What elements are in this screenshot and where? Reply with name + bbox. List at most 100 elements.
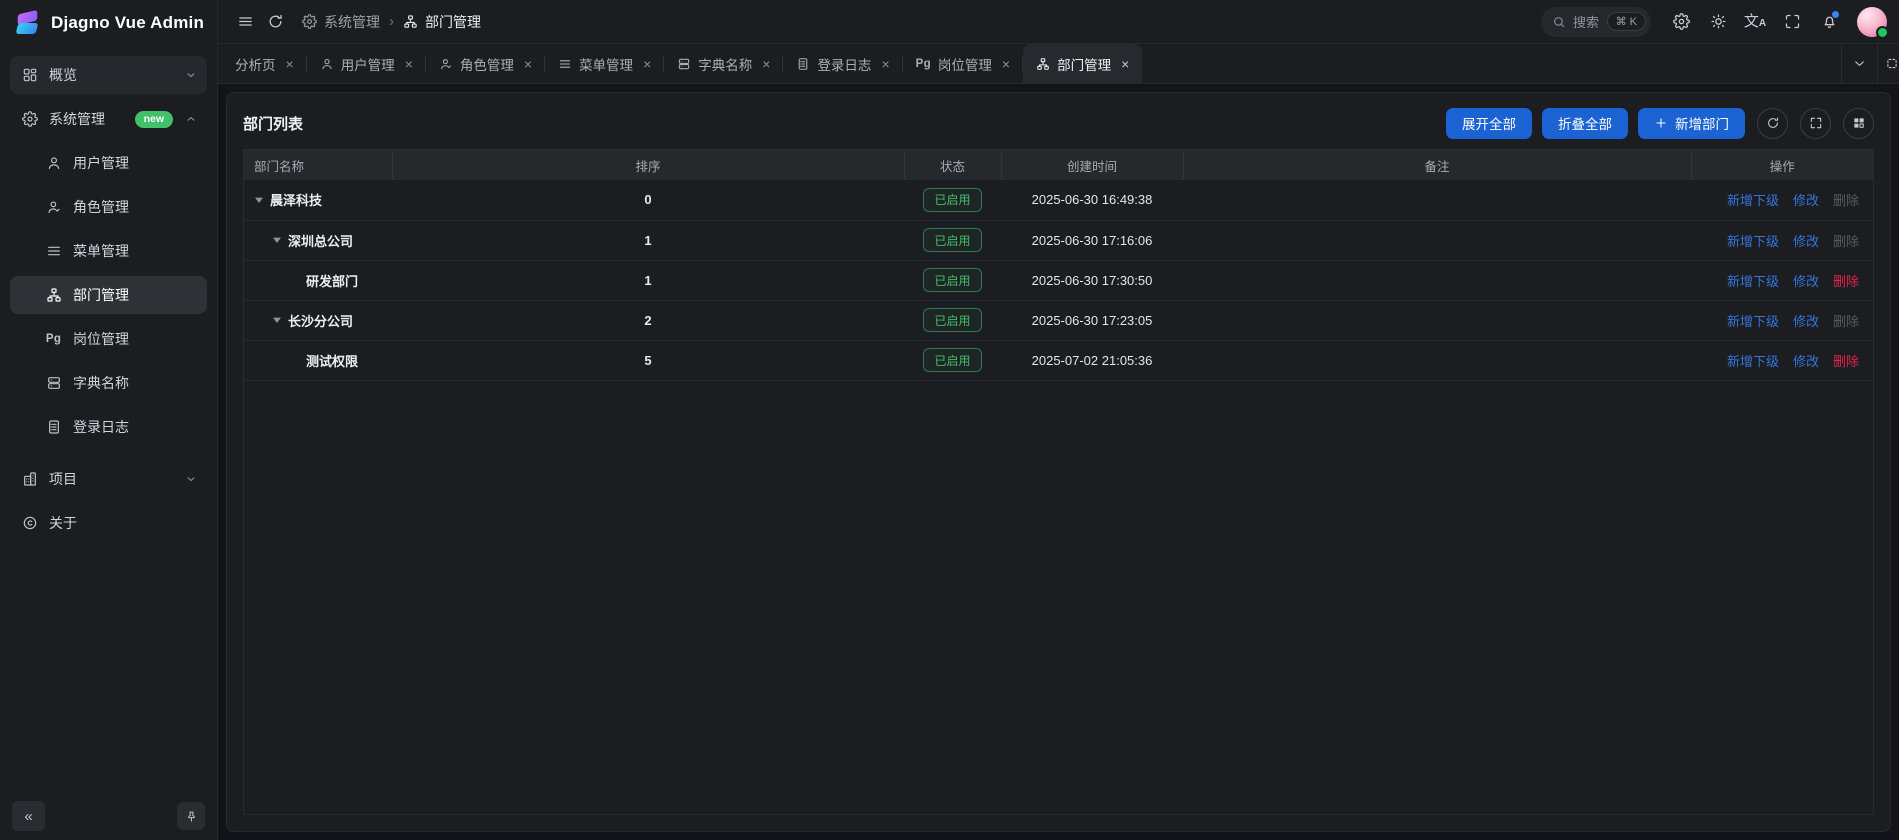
tabs-dropdown-chevron-icon[interactable] <box>1841 44 1877 83</box>
tab-close-icon[interactable]: × <box>1121 57 1129 71</box>
row-expander-icon[interactable] <box>272 235 288 245</box>
menu-icon <box>558 57 572 71</box>
add-child-link[interactable]: 新增下级 <box>1727 193 1779 208</box>
expand-all-button[interactable]: 展开全部 <box>1446 108 1532 139</box>
department-name: 长沙分公司 <box>288 311 353 330</box>
add-child-link[interactable]: 新增下级 <box>1727 314 1779 329</box>
sidebar-item-9[interactable]: 项目 <box>10 460 207 498</box>
add-child-link[interactable]: 新增下级 <box>1727 354 1779 369</box>
sidebar-item-1[interactable]: 系统管理new <box>10 100 207 138</box>
sidebar-collapse-button[interactable]: « <box>12 801 45 831</box>
topbar: 系统管理 › 部门管理 搜索 ⌘ K 文A <box>218 0 1899 44</box>
search-input[interactable]: 搜索 ⌘ K <box>1541 7 1651 37</box>
column-header-5: 操作 <box>1691 150 1873 180</box>
org-icon <box>1036 57 1050 71</box>
breadcrumb: 系统管理 › 部门管理 <box>302 12 481 32</box>
sidebar-item-10[interactable]: 关于 <box>10 504 207 542</box>
tab-0[interactable]: 分析页× <box>222 44 307 83</box>
sidebar-item-7[interactable]: 字典名称 <box>10 364 207 402</box>
sidebar-item-0[interactable]: 概览 <box>10 56 207 94</box>
edit-link[interactable]: 修改 <box>1793 234 1819 249</box>
sidebar-item-label: 菜单管理 <box>73 241 197 261</box>
edit-link[interactable]: 修改 <box>1793 193 1819 208</box>
notifications-bell-icon[interactable] <box>1814 7 1844 37</box>
sidebar-item-label: 角色管理 <box>73 197 197 217</box>
dashboard-icon <box>20 67 39 83</box>
tab-maximize-icon[interactable] <box>1877 44 1899 83</box>
tab-4[interactable]: 字典名称× <box>664 44 783 83</box>
column-header-2: 状态 <box>904 150 1001 180</box>
cell-remark <box>1183 260 1691 300</box>
tab-1[interactable]: 用户管理× <box>307 44 426 83</box>
hamburger-menu-icon[interactable] <box>230 7 260 37</box>
delete-link[interactable]: 删除 <box>1833 354 1859 369</box>
sidebar-item-2[interactable]: 用户管理 <box>10 144 207 182</box>
edit-link[interactable]: 修改 <box>1793 314 1819 329</box>
org-icon <box>403 14 418 29</box>
sidebar-item-6[interactable]: Pg岗位管理 <box>10 320 207 358</box>
tab-7[interactable]: 部门管理× <box>1023 44 1142 83</box>
tabbar-controls <box>1841 44 1899 83</box>
department-card: 部门列表 展开全部 折叠全部 新增部门 <box>226 92 1891 832</box>
delete-link: 删除 <box>1833 314 1859 329</box>
tab-close-icon[interactable]: × <box>524 57 532 71</box>
row-expander-icon[interactable] <box>254 195 270 205</box>
add-department-button[interactable]: 新增部门 <box>1638 108 1745 139</box>
cell-sort: 0 <box>392 180 904 220</box>
cell-sort: 5 <box>392 340 904 380</box>
tab-close-icon[interactable]: × <box>405 57 413 71</box>
breadcrumb-item-0[interactable]: 系统管理 <box>302 12 380 32</box>
table-columns-icon[interactable] <box>1843 108 1874 139</box>
sidebar-bottom-bar: « <box>0 792 217 840</box>
column-header-3: 创建时间 <box>1001 150 1183 180</box>
tab-close-icon[interactable]: × <box>643 57 651 71</box>
tab-6[interactable]: Pg岗位管理× <box>903 44 1023 83</box>
user-avatar[interactable] <box>1857 7 1887 37</box>
add-child-link[interactable]: 新增下级 <box>1727 274 1779 289</box>
tab-close-icon[interactable]: × <box>881 57 889 71</box>
delete-link[interactable]: 删除 <box>1833 274 1859 289</box>
edit-link[interactable]: 修改 <box>1793 354 1819 369</box>
role-icon <box>439 57 453 71</box>
tabbar: 分析页×用户管理×角色管理×菜单管理×字典名称×登录日志×Pg岗位管理×部门管理… <box>218 44 1899 84</box>
tab-close-icon[interactable]: × <box>762 57 770 71</box>
table-refresh-icon[interactable] <box>1757 108 1788 139</box>
table-row-2: 研发部门1已启用2025-06-30 17:30:50新增下级修改删除 <box>244 260 1873 300</box>
language-icon[interactable]: 文A <box>1740 7 1770 37</box>
breadcrumb-item-1[interactable]: 部门管理 <box>403 12 481 32</box>
search-icon <box>1552 15 1566 29</box>
sidebar-item-label: 系统管理 <box>49 109 125 129</box>
sidebar-item-3[interactable]: 角色管理 <box>10 188 207 226</box>
tab-close-icon[interactable]: × <box>1002 57 1010 71</box>
status-badge: 已启用 <box>923 268 981 292</box>
collapse-all-button[interactable]: 折叠全部 <box>1542 108 1628 139</box>
sidebar-item-5[interactable]: 部门管理 <box>10 276 207 314</box>
theme-sun-icon[interactable] <box>1703 7 1733 37</box>
sidebar-item-8[interactable]: 登录日志 <box>10 408 207 446</box>
edit-link[interactable]: 修改 <box>1793 274 1819 289</box>
tab-3[interactable]: 菜单管理× <box>545 44 664 83</box>
breadcrumb-separator: › <box>389 13 394 30</box>
breadcrumb-label: 部门管理 <box>425 12 481 32</box>
table-fullscreen-icon[interactable] <box>1800 108 1831 139</box>
table-row-1: 深圳总公司1已启用2025-06-30 17:16:06新增下级修改删除 <box>244 220 1873 260</box>
org-icon <box>44 287 63 303</box>
fullscreen-icon[interactable] <box>1777 7 1807 37</box>
gear-icon[interactable] <box>1666 7 1696 37</box>
sidebar-item-4[interactable]: 菜单管理 <box>10 232 207 270</box>
tab-5[interactable]: 登录日志× <box>783 44 902 83</box>
cell-department-name: 深圳总公司 <box>244 220 392 260</box>
tab-2[interactable]: 角色管理× <box>426 44 545 83</box>
cell-department-name: 测试权限 <box>244 340 392 380</box>
tab-close-icon[interactable]: × <box>286 57 294 71</box>
logo[interactable]: Djagno Vue Admin <box>0 0 217 46</box>
log-icon <box>44 419 63 435</box>
add-child-link[interactable]: 新增下级 <box>1727 234 1779 249</box>
sidebar: Djagno Vue Admin 概览系统管理new 用户管理角色管理菜单管理部门… <box>0 0 218 840</box>
row-expander-icon[interactable] <box>272 315 288 325</box>
tabs: 分析页×用户管理×角色管理×菜单管理×字典名称×登录日志×Pg岗位管理×部门管理… <box>222 44 1142 83</box>
sidebar-menu: 概览系统管理new 用户管理角色管理菜单管理部门管理 Pg岗位管理字典名称登录日志项… <box>0 46 217 792</box>
pin-icon[interactable] <box>177 802 205 830</box>
user-icon <box>44 155 63 171</box>
refresh-icon[interactable] <box>260 7 290 37</box>
